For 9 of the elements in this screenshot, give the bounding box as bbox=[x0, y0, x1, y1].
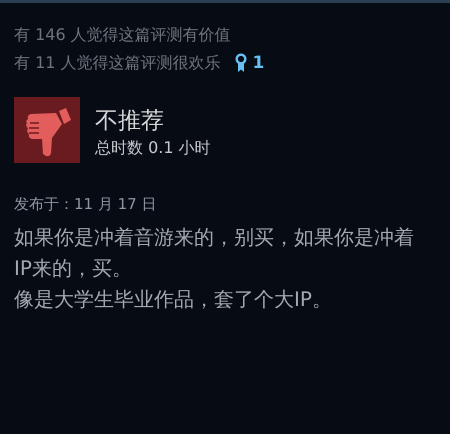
vote-summary: 有 11 人觉得这篇评测很欢乐 bbox=[14, 52, 221, 74]
playtime-hours: 总时数 0.1 小时 bbox=[95, 138, 211, 159]
review-paragraph: 像是大学生毕业作品，套了个大IP。 bbox=[14, 286, 333, 313]
posted-date: 发布于：11 月 17 日 bbox=[14, 195, 158, 214]
award-ribbon-icon[interactable] bbox=[234, 53, 247, 73]
vote-summary: 有 146 人觉得这篇评测有价值 bbox=[14, 24, 231, 46]
verdict-title: 不推荐 bbox=[95, 107, 165, 136]
review-paragraph: 如果你是冲着音游来的，别买，如果你是冲着IP来的，买。 bbox=[14, 224, 415, 282]
award-count: 1 bbox=[252, 53, 264, 73]
